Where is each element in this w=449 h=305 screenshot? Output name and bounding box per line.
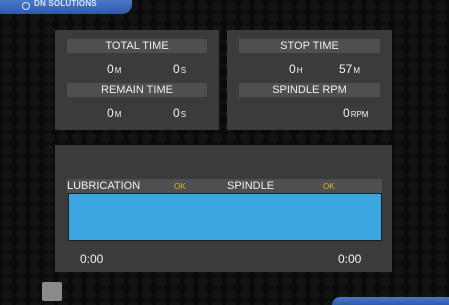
cycle-progress-fill xyxy=(69,194,381,240)
remain-time-label: REMAIN TIME xyxy=(67,83,207,97)
total-time-seconds: 0S xyxy=(173,62,187,76)
remain-time-seconds: 0S xyxy=(173,106,187,120)
corner-tab[interactable] xyxy=(332,297,449,305)
spindle-rpm-value: 0RPM xyxy=(343,106,369,120)
cycle-progress-bar xyxy=(68,193,382,241)
brand-tab: DN SOLUTIONS xyxy=(0,0,132,14)
brand-text: DN SOLUTIONS xyxy=(34,0,97,8)
stop-time-minutes: 57M xyxy=(339,62,361,76)
total-time-minutes: 0M xyxy=(107,62,122,76)
lubrication-label: LUBRICATION xyxy=(67,180,141,192)
menu-button[interactable] xyxy=(42,282,62,301)
stop-spindle-panel: STOP TIME 0H 57M SPINDLE RPM 0RPM xyxy=(227,30,392,130)
status-bar: LUBRICATION OK SPINDLE OK xyxy=(67,179,382,193)
spindle-rpm-label: SPINDLE RPM xyxy=(239,83,380,97)
spindle-status: OK xyxy=(323,182,335,191)
stop-time-label: STOP TIME xyxy=(239,39,380,53)
spindle-label: SPINDLE xyxy=(227,180,275,192)
brand-logo-icon xyxy=(22,2,30,10)
time-panel: TOTAL TIME 0M 0S REMAIN TIME 0M 0S xyxy=(55,30,219,130)
progress-start-time: 0:00 xyxy=(80,252,104,266)
progress-end-time: 0:00 xyxy=(338,252,362,266)
total-time-label: TOTAL TIME xyxy=(67,39,207,53)
lubrication-status: OK xyxy=(174,182,186,191)
remain-time-minutes: 0M xyxy=(107,106,122,120)
stop-time-hours: 0H xyxy=(289,62,303,76)
